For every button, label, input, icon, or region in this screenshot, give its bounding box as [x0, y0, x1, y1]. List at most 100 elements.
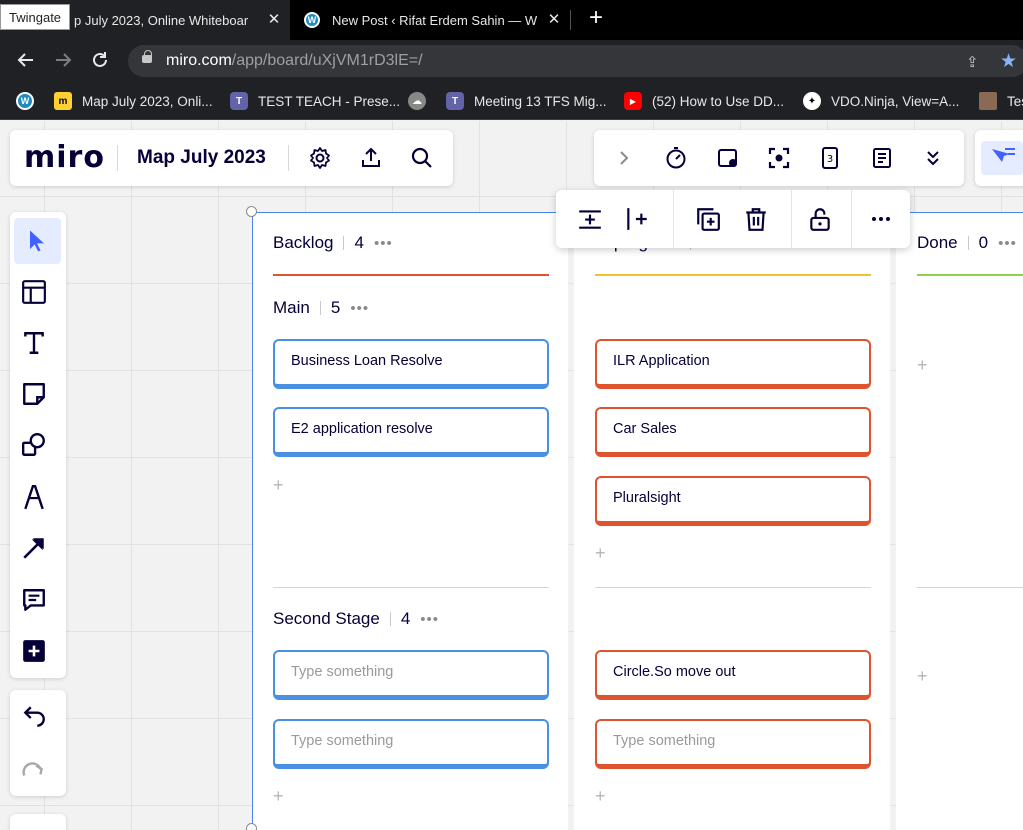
bookmark-wordpress[interactable]: W [16, 90, 44, 112]
close-icon[interactable]: ✕ [266, 12, 282, 28]
pen-button[interactable] [20, 483, 48, 511]
resize-handle[interactable] [246, 823, 257, 830]
shapes-icon [21, 432, 45, 456]
timer-button[interactable] [662, 144, 690, 172]
svg-text:3: 3 [827, 154, 833, 165]
tools-panel: 3 [594, 130, 964, 186]
add-apps-button[interactable] [20, 637, 48, 665]
upload-icon [362, 147, 380, 167]
chevron-double-down-icon [927, 151, 939, 166]
more-icon [872, 217, 890, 221]
forward-button[interactable] [52, 50, 74, 72]
selection-toolbar [556, 190, 910, 248]
lock-icon [142, 50, 152, 63]
divider [673, 190, 674, 248]
add-column-button[interactable] [623, 205, 651, 233]
text-icon [24, 332, 44, 354]
settings-button[interactable] [306, 144, 334, 172]
youtube-icon: ▶ [624, 92, 642, 110]
more-options-button[interactable] [867, 205, 895, 233]
bottom-panel [10, 814, 66, 830]
text-tool-button[interactable] [20, 329, 48, 357]
chevron-right-icon [620, 151, 629, 165]
more-tools-button[interactable] [919, 144, 947, 172]
undo-redo-panel [10, 690, 66, 796]
bookmarks-bar: W m Map July 2023, Onli... T TEST TEACH … [0, 82, 1023, 120]
teams-icon: T [230, 92, 248, 110]
tab-title: p July 2023, Online Whiteboar [74, 12, 249, 28]
pen-icon [24, 484, 44, 510]
left-toolbar [10, 212, 66, 678]
divider [851, 190, 852, 248]
cloud-icon: ☁ [408, 92, 426, 110]
notes-button[interactable] [868, 144, 896, 172]
select-mode-button[interactable] [981, 141, 1023, 175]
expand-button[interactable] [610, 144, 638, 172]
board-title[interactable]: Map July 2023 [137, 147, 266, 169]
bookmark-star-icon[interactable]: ★ [1000, 50, 1017, 73]
ninja-icon: ✦ [803, 92, 821, 110]
duplicate-icon [697, 208, 720, 231]
redo-icon [22, 762, 43, 776]
comment-button[interactable] [20, 586, 48, 614]
wordpress-icon: W [304, 12, 320, 28]
twingate-tooltip: Twingate [0, 4, 71, 30]
bookmark-test-teach[interactable]: T TEST TEACH - Prese... [230, 90, 400, 112]
gear-icon [310, 147, 330, 169]
divider [288, 145, 289, 171]
back-button[interactable] [15, 50, 37, 72]
layout-icon [22, 280, 46, 304]
divider [117, 145, 118, 171]
duplicate-button[interactable] [694, 205, 722, 233]
bookmark-meeting-13[interactable]: T Meeting 13 TFS Mig... [446, 90, 607, 112]
focus-icon [768, 147, 790, 169]
tab-strip: Twingate p July 2023, Online Whiteboar ✕… [0, 0, 1023, 40]
select-tool-button[interactable] [14, 218, 61, 264]
arrow-icon [23, 538, 44, 559]
share-button[interactable] [357, 144, 385, 172]
reload-button[interactable] [89, 50, 111, 72]
search-button[interactable] [408, 144, 436, 172]
selection-frame[interactable] [252, 212, 1023, 830]
reload-icon [93, 52, 107, 67]
divider [791, 190, 792, 248]
tab-title: New Post ‹ Rifat Erdem Sahin — W [332, 12, 537, 28]
share-icon[interactable]: ⇪ [966, 53, 979, 71]
arrow-left-icon [17, 53, 33, 67]
new-tab-button[interactable]: + [584, 6, 608, 31]
reactions-icon [718, 149, 737, 167]
lock-button[interactable] [806, 205, 834, 233]
url-text: miro.com/app/board/uXjVM1rD3lE=/ [166, 52, 423, 69]
sticky-note-button[interactable] [20, 380, 48, 408]
avatar-icon [979, 92, 997, 110]
tab-wordpress-new-post[interactable]: W New Post ‹ Rifat Erdem Sahin — W ✕ [290, 0, 570, 40]
voting-button[interactable]: 3 [816, 144, 844, 172]
bookmark-tes[interactable]: Tes [979, 90, 1023, 112]
undo-button[interactable] [20, 703, 48, 731]
bookmark-youtube[interactable]: ▶ (52) How to Use DD... [624, 90, 784, 112]
bookmark-cloud[interactable]: ☁ [408, 90, 436, 112]
bookmark-miro[interactable]: m Map July 2023, Onli... [54, 90, 213, 112]
connection-line-button[interactable] [20, 534, 48, 562]
collaboration-panel [975, 130, 1023, 186]
bookmark-vdo-ninja[interactable]: ✦ VDO.Ninja, View=A... [803, 90, 959, 112]
add-column-icon [627, 208, 647, 230]
cursor-list-icon [992, 148, 1015, 162]
reactions-button[interactable] [714, 144, 742, 172]
miro-logo[interactable]: miro [24, 140, 105, 175]
delete-button[interactable] [742, 205, 770, 233]
add-row-button[interactable] [576, 205, 604, 233]
plus-square-icon [23, 640, 45, 662]
arrow-right-icon [56, 53, 72, 67]
redo-button[interactable] [20, 755, 48, 783]
resize-handle[interactable] [246, 206, 257, 217]
templates-button[interactable] [20, 278, 48, 306]
address-bar: miro.com/app/board/uXjVM1rD3lE=/ ⇪ ★ [0, 40, 1023, 82]
shapes-button[interactable] [20, 431, 48, 459]
add-row-icon [579, 210, 601, 229]
voting-icon: 3 [822, 147, 838, 169]
close-icon[interactable]: ✕ [546, 12, 562, 28]
focus-button[interactable] [765, 144, 793, 172]
cursor-icon [30, 230, 44, 252]
url-field[interactable]: miro.com/app/board/uXjVM1rD3lE=/ ⇪ ★ [128, 45, 1023, 77]
